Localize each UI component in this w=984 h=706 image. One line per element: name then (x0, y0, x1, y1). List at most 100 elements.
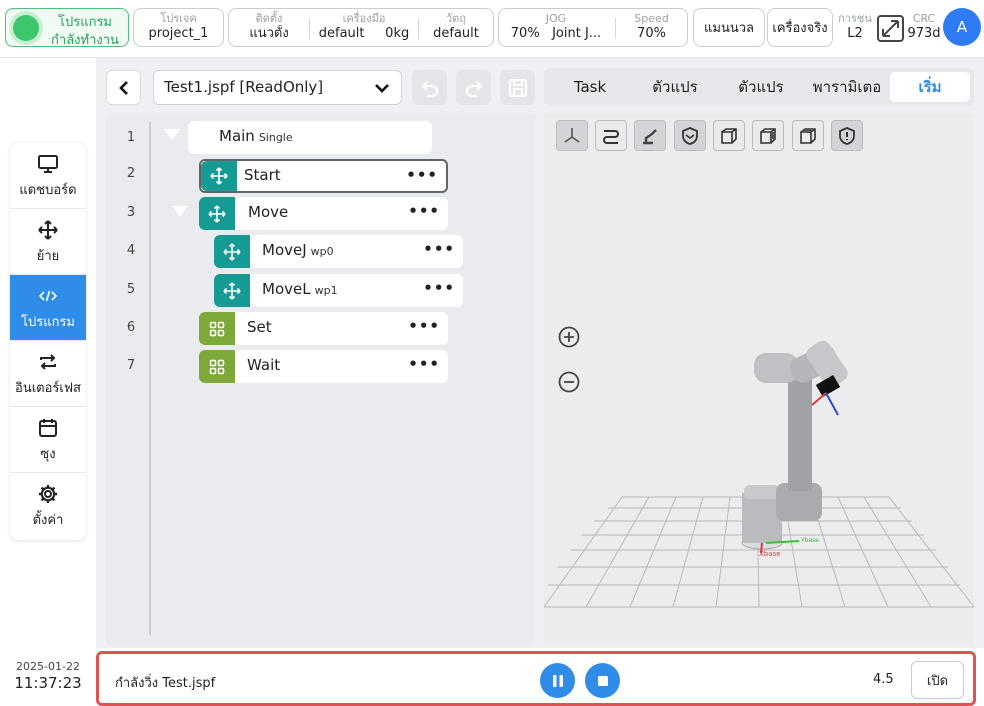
cube-top-button[interactable] (792, 120, 824, 151)
tab-parameters[interactable]: พารามิเตอ (804, 72, 890, 102)
move-node-icon (214, 235, 250, 268)
status-light-icon (13, 15, 39, 41)
move-node-icon (201, 161, 237, 191)
real-robot-button[interactable]: เครื่องจริง (767, 8, 833, 47)
sidebar-item-interface[interactable]: อินเตอร์เฟส (10, 341, 86, 407)
sidebar-item-label: แดชบอร์ด (19, 183, 77, 198)
speed-cell[interactable]: Speed 70% (616, 9, 687, 46)
collapse-triangle-icon[interactable] (164, 129, 180, 140)
program-node-movel[interactable]: MoveL wp1 ••• (214, 274, 463, 307)
program-node-main[interactable]: Main Single (188, 121, 432, 154)
jog-label: JOG (545, 12, 567, 25)
tab-start[interactable]: เริ่ม (890, 72, 970, 102)
sidebar-item-label: ซุง (40, 447, 56, 462)
node-name: MoveJ wp0 (262, 241, 334, 259)
more-options-icon[interactable]: ••• (423, 240, 455, 258)
zoom-in-icon (558, 326, 580, 348)
program-node-set[interactable]: Set ••• (199, 312, 448, 345)
tool-cell[interactable]: เครื่องมือ default 0kg (310, 9, 418, 46)
sidebar-item-dashboard[interactable]: แดชบอร์ด (10, 143, 86, 209)
run-speed-value: 4.5 (873, 672, 894, 687)
sidebar-item-schedule[interactable]: ซุง (10, 407, 86, 473)
cube-side-icon (760, 127, 776, 144)
save-button[interactable] (500, 70, 535, 105)
line-number: 7 (126, 358, 136, 373)
save-icon (508, 78, 527, 97)
collision-level[interactable]: การชน L2 (836, 12, 874, 42)
program-node-movej[interactable]: MoveJ wp0 ••• (214, 235, 463, 268)
node-name: Start (244, 166, 281, 184)
line-number: 5 (126, 282, 136, 297)
back-button[interactable] (106, 70, 141, 105)
chevron-down-icon (375, 84, 389, 93)
stop-button[interactable] (585, 663, 620, 698)
sidebar-item-move[interactable]: ย้าย (10, 209, 86, 275)
collapse-triangle-icon[interactable] (172, 206, 188, 217)
open-button[interactable]: เปิด (911, 661, 964, 699)
sidebar-item-program[interactable]: โปรแกรม (10, 275, 86, 341)
top-bar: โปรแกรม กำลังทำงาน โปรเจค project_1 ติดต… (0, 0, 984, 58)
line-number: 4 (126, 243, 136, 258)
mount-cell[interactable]: ติดตั้ง แนวตั้ง (229, 9, 309, 46)
current-time: 11:37:23 (14, 674, 82, 692)
fullscreen-icon[interactable] (877, 15, 904, 42)
node-label: MoveL (262, 280, 311, 298)
run-status-bar (96, 651, 976, 706)
robot-3d-view[interactable]: Xbase Ybase (544, 113, 974, 646)
node-name: MoveL wp1 (262, 280, 338, 298)
jog-speed-box[interactable]: JOG 70% Joint J... Speed 70% (498, 8, 688, 47)
axis-label-y: Ybase (800, 537, 819, 544)
collision-value: L2 (847, 26, 863, 41)
zoom-out-button[interactable] (553, 366, 585, 398)
cube-front-icon (721, 127, 737, 144)
shield-view-button[interactable] (674, 120, 706, 151)
tool-value: default 0kg (310, 25, 418, 42)
axes-view-button[interactable] (556, 120, 588, 151)
undo-icon (420, 80, 438, 97)
clock: 2025-01-22 11:37:23 (8, 660, 88, 692)
node-name: Wait (247, 356, 281, 374)
program-node-wait[interactable]: Wait ••• (199, 350, 448, 383)
robot-view-icon (643, 128, 657, 144)
more-options-icon[interactable]: ••• (408, 202, 440, 220)
axis-label-x: Xbase (759, 550, 780, 558)
install-tool-object-box[interactable]: ติดตั้ง แนวตั้ง เครื่องมือ default 0kg ว… (228, 8, 494, 47)
redo-icon (465, 80, 483, 97)
safety-shield-button[interactable] (831, 120, 863, 151)
node-label: MoveJ (262, 241, 307, 259)
program-node-move[interactable]: Move ••• (199, 197, 448, 230)
node-label: Main (219, 127, 255, 145)
more-options-icon[interactable]: ••• (406, 166, 438, 184)
manual-mode-button[interactable]: แมนนวล (693, 8, 765, 47)
tab-variables-2[interactable]: ตัวแปร (718, 72, 804, 102)
more-options-icon[interactable]: ••• (423, 279, 455, 297)
line-number: 2 (126, 166, 136, 181)
object-value: default (433, 26, 479, 41)
cube-front-button[interactable] (713, 120, 745, 151)
more-options-icon[interactable]: ••• (408, 317, 440, 335)
right-panel-tabs: Task ตัวแปร ตัวแปร พารามิเตอ เริ่ม (544, 68, 974, 106)
program-status-indicator[interactable]: โปรแกรม กำลังทำงาน (5, 8, 129, 48)
node-name: Move (248, 203, 289, 221)
jog-mode: Joint J... (552, 26, 602, 41)
user-avatar[interactable]: A (943, 8, 981, 46)
robot-view-button[interactable] (634, 120, 666, 151)
object-cell[interactable]: วัตถุ default (419, 9, 493, 46)
tab-variables[interactable]: ตัวแปร (632, 72, 718, 102)
tab-task[interactable]: Task (548, 72, 632, 102)
more-options-icon[interactable]: ••• (408, 355, 440, 373)
jog-cell[interactable]: JOG 70% Joint J... (499, 9, 613, 46)
project-label: โปรเจค (160, 12, 197, 25)
program-node-start[interactable]: Start ••• (199, 159, 448, 193)
zoom-in-button[interactable] (553, 321, 585, 353)
pause-button[interactable] (540, 663, 575, 698)
sidebar-item-settings[interactable]: ตั้งค่า (10, 473, 86, 539)
path-view-button[interactable] (595, 120, 627, 151)
program-file-select[interactable]: Test1.jspf [ReadOnly] (153, 70, 402, 105)
undo-button[interactable] (412, 70, 447, 105)
redo-button[interactable] (456, 70, 491, 105)
stop-icon (597, 675, 608, 686)
cube-side-button[interactable] (752, 120, 784, 151)
mount-label: ติดตั้ง (255, 12, 283, 25)
project-selector[interactable]: โปรเจค project_1 (133, 8, 224, 47)
